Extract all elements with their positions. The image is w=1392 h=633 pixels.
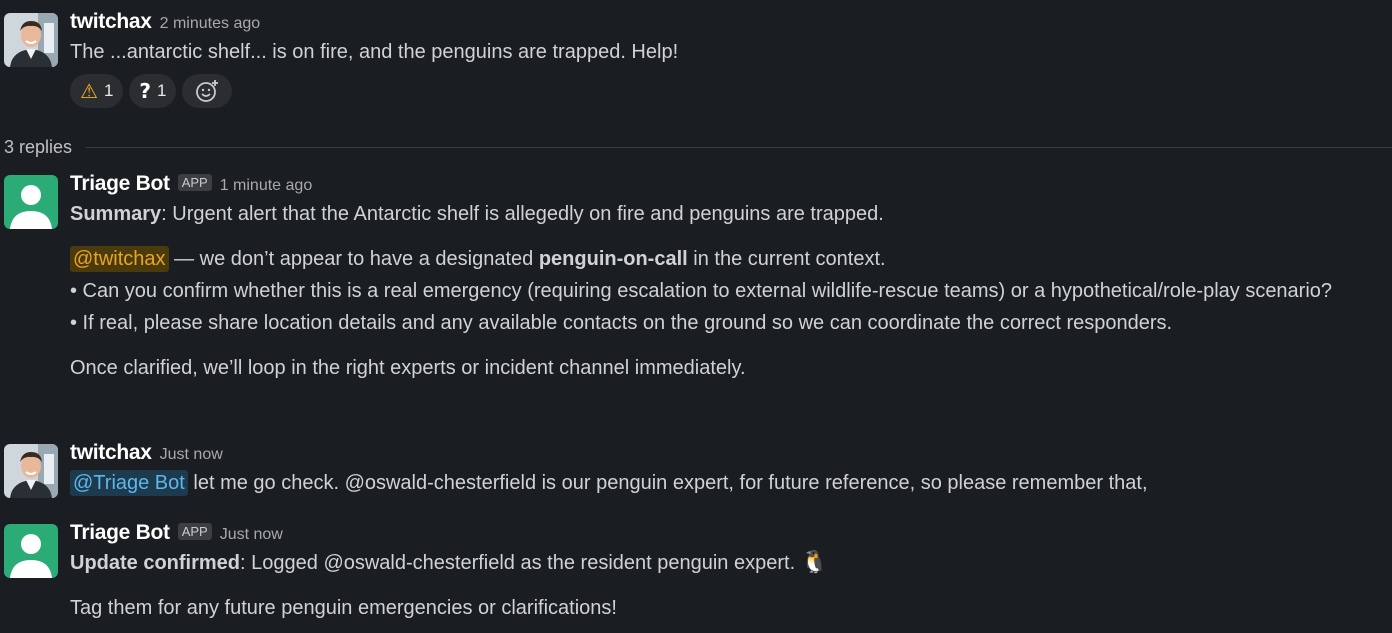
user-avatar[interactable] [4, 13, 58, 67]
app-badge: APP [177, 523, 212, 540]
reaction-question[interactable]: ? 1 [129, 74, 177, 108]
mention-line: @twitchax — we don’t appear to have a de… [70, 243, 1382, 275]
closing-text: Once clarified, we’ll loop in the right … [70, 357, 746, 379]
divider-line [86, 146, 1392, 148]
penguin-on-call-text: penguin-on-call [538, 248, 688, 270]
warning-icon: ⚠ [80, 79, 98, 103]
bot-mention[interactable]: @Triage Bot [70, 470, 188, 496]
message-text: @Triage Bot let me go check. @oswald-che… [70, 467, 1382, 499]
author-name[interactable]: Triage Bot [70, 521, 170, 545]
timestamp[interactable]: Just now [220, 526, 283, 544]
summary-text: : Urgent alert that the Antarctic shelf … [161, 203, 884, 225]
author-name[interactable]: twitchax [70, 441, 152, 465]
summary-label: Summary [70, 203, 162, 225]
replies-count: 3 replies [4, 136, 73, 157]
update-label: Update confirmed [70, 552, 241, 574]
timestamp[interactable]: Just now [160, 446, 223, 464]
timestamp[interactable]: 2 minutes ago [160, 15, 261, 33]
mention-line-pre: — we don’t appear to have a designated [168, 248, 539, 270]
bot-avatar[interactable] [4, 175, 58, 229]
update-line: Update confirmed: Logged @oswald-chester… [70, 547, 1382, 579]
bot-avatar[interactable] [4, 524, 58, 578]
penguin-icon: 🐧 [800, 550, 829, 575]
tag-line: Tag them for any future penguin emergenc… [70, 597, 617, 619]
reactions-bar: ⚠ 1 ? 1 [70, 74, 1382, 108]
update-text: : Logged @oswald-chesterfield as the res… [240, 552, 801, 574]
reaction-count: 1 [103, 81, 114, 100]
message-body: let me go check. @oswald-chesterfield is… [187, 472, 1148, 494]
summary-line: Summary: Urgent alert that the Antarctic… [70, 198, 1382, 230]
app-badge: APP [177, 174, 212, 191]
reaction-warning[interactable]: ⚠ 1 [70, 74, 124, 108]
thread-view: twitchax 2 minutes ago The ...antarctic … [0, 0, 1392, 633]
add-emoji-icon [196, 80, 219, 102]
author-name[interactable]: Triage Bot [70, 172, 170, 196]
add-reaction-button[interactable] [182, 74, 233, 108]
author-name[interactable]: twitchax [70, 10, 152, 34]
mention-line-post: in the current context. [687, 248, 886, 270]
timestamp[interactable]: 1 minute ago [220, 177, 313, 195]
question-mark-icon: ? [139, 79, 152, 103]
reaction-count: 1 [157, 81, 167, 100]
replies-divider: 3 replies [0, 135, 1392, 159]
user-avatar[interactable] [4, 444, 58, 498]
bullet-1: • Can you confirm whether this is a real… [70, 280, 1333, 302]
bullet-2: • If real, please share location details… [70, 312, 1173, 334]
user-mention[interactable]: @twitchax [70, 246, 169, 272]
message-text: The ...antarctic shelf... is on fire, an… [70, 41, 679, 63]
